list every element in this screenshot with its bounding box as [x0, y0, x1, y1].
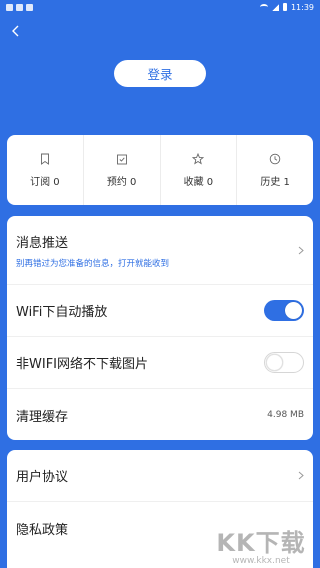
row-title: 非WIFI网络不下载图片 [16, 357, 148, 372]
no-images-non-wifi-row: 非WIFI网络不下载图片 [7, 337, 313, 389]
stat-label: 订阅 0 [30, 176, 60, 188]
battery-icon [282, 3, 287, 11]
row-subtitle: 别再错过为您准备的信息，打开就能收到 [16, 258, 170, 269]
status-time: 11:39 [290, 2, 314, 12]
notification-icon [6, 3, 13, 11]
stat-label: 预约 0 [106, 176, 137, 188]
stat-history[interactable]: 历史 1 [237, 135, 313, 205]
toggle-knob [266, 354, 283, 371]
settings-card: 消息推送 别再错过为您准备的信息，打开就能收到 WiFi下自动播放 非WIFI网… [7, 216, 313, 440]
wifi-autoplay-row: WiFi下自动播放 [7, 285, 313, 337]
row-title: 清理缓存 [16, 409, 69, 425]
row-title: 隐私政策 [16, 522, 69, 538]
notification-icon [16, 3, 23, 11]
cache-size: 4.98 MB [267, 410, 304, 420]
watermark-url: www.kkx.net [232, 555, 290, 566]
push-notifications-row[interactable]: 消息推送 别再错过为您准备的信息，打开就能收到 [7, 216, 313, 285]
watermark-text: KK下载 [216, 528, 306, 557]
wifi-icon [259, 4, 268, 10]
star-icon [192, 152, 205, 164]
system-icons: 11:39 [259, 2, 314, 12]
row-title: 用户协议 [16, 470, 69, 485]
stat-favorites[interactable]: 收藏 0 [161, 135, 238, 205]
stat-subscriptions[interactable]: 订阅 0 [7, 135, 84, 205]
back-button[interactable] [10, 24, 22, 38]
status-bar: 11:39 [0, 0, 320, 14]
notification-icon [26, 3, 33, 11]
stat-label: 收藏 0 [183, 176, 214, 188]
chevron-right-icon [298, 471, 304, 480]
stat-reservations[interactable]: 预约 0 [84, 135, 161, 205]
notification-icons [6, 3, 33, 11]
watermark: KK下载 www.kkx.net [206, 520, 316, 568]
stat-label: 历史 1 [260, 176, 290, 188]
row-title: 消息推送 [16, 235, 69, 251]
signal-icon [271, 3, 279, 11]
chevron-left-icon [12, 25, 19, 37]
clear-cache-row[interactable]: 清理缓存 4.98 MB [7, 389, 313, 441]
login-button[interactable]: 登录 [114, 60, 206, 87]
chevron-right-icon [298, 246, 304, 254]
stats-card: 订阅 0 预约 0 收藏 0 历史 1 [7, 135, 313, 205]
user-agreement-row[interactable]: 用户协议 [7, 450, 313, 502]
clock-icon [269, 153, 281, 164]
bookmark-icon [40, 153, 49, 165]
toggle-knob [285, 302, 302, 319]
no-images-toggle[interactable] [264, 352, 304, 373]
calendar-check-icon [116, 154, 127, 164]
wifi-autoplay-toggle[interactable] [264, 300, 304, 321]
row-title: WiFi下自动播放 [16, 305, 108, 320]
